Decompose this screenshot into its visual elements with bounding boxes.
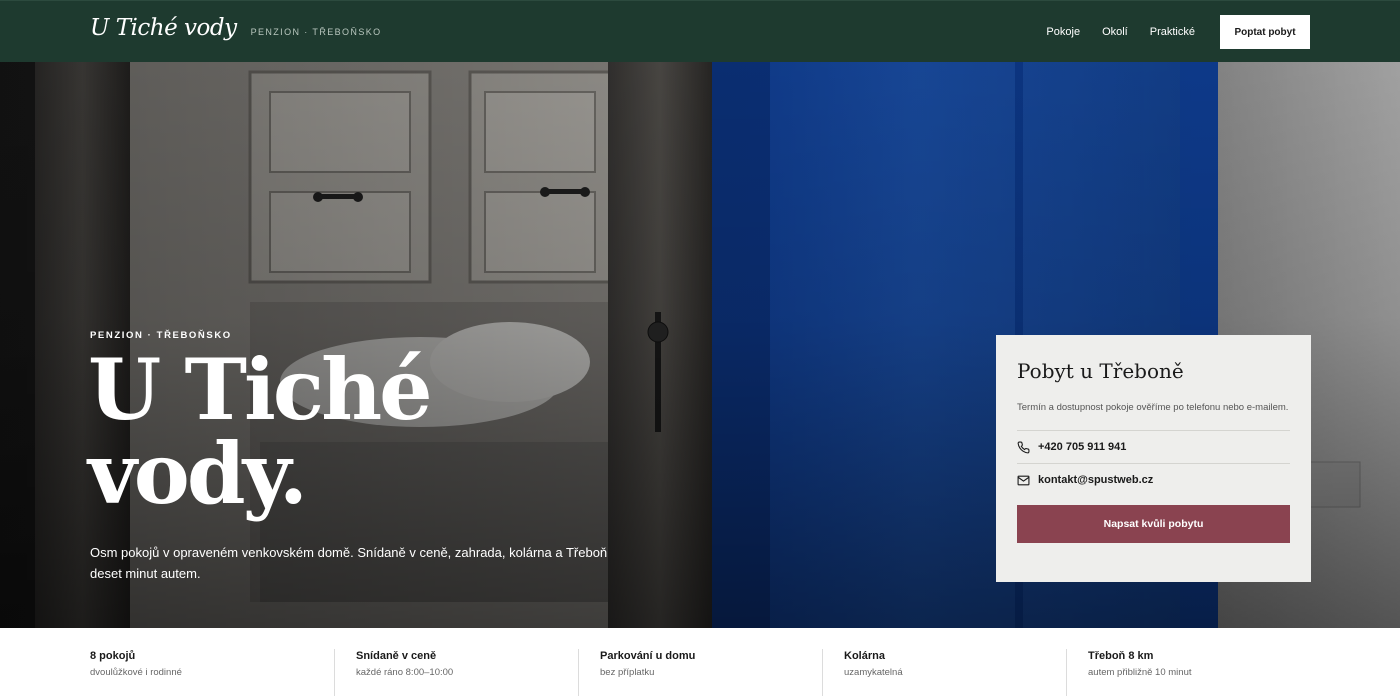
fact-subtitle: bez příplatku <box>600 667 655 678</box>
hero-description: Osm pokojů v opraveném venkovském domě. … <box>90 545 608 581</box>
booking-card: Pobyt u Třeboně Termín a dostupnost poko… <box>996 335 1311 582</box>
brand-name[interactable]: U Tiché vody <box>90 15 237 41</box>
fact-title: Třeboň 8 km <box>1088 650 1154 662</box>
phone-icon <box>1017 441 1030 453</box>
facts-strip: 8 pokojů dvoulůžkové i rodinné Snídaně v… <box>0 628 1400 696</box>
fact-title: 8 pokojů <box>90 650 136 662</box>
fact-parking: Parkování u domu bez příplatku <box>600 650 695 696</box>
fact-distance: Třeboň 8 km autem přibližně 10 minut <box>1088 650 1192 696</box>
phone-row[interactable]: +420 705 911 941 <box>1017 430 1290 463</box>
fact-divider <box>822 649 823 696</box>
nav-link-prakticke[interactable]: Praktické <box>1150 15 1195 49</box>
fact-title: Kolárna <box>844 650 885 662</box>
email-address[interactable]: kontakt@spustweb.cz <box>1038 474 1153 486</box>
fact-subtitle: uzamykatelná <box>844 667 903 678</box>
fact-subtitle: dvoulůžkové i rodinné <box>90 667 182 678</box>
brand-tagline: PENZION · TŘEBOŇSKO <box>250 27 382 37</box>
fact-title: Snídaně v ceně <box>356 650 437 662</box>
hero-title: U Tiché vody. <box>88 348 608 516</box>
main-nav: Pokoje Okolí Praktické Poptat pobyt <box>1046 15 1310 49</box>
phone-number[interactable]: +420 705 911 941 <box>1038 441 1126 453</box>
fact-rooms: 8 pokojů dvoulůžkové i rodinné <box>90 650 182 696</box>
booking-description: Termín a dostupnost pokoje ověříme po te… <box>1017 402 1289 413</box>
fact-breakfast: Snídaně v ceně každé ráno 8:00–10:00 <box>356 650 453 696</box>
fact-title: Parkování u domu <box>600 650 696 662</box>
nav-link-okoli[interactable]: Okolí <box>1102 15 1128 49</box>
fact-subtitle: každé ráno 8:00–10:00 <box>356 667 454 678</box>
fact-subtitle: autem přibližně 10 minut <box>1088 667 1192 678</box>
fact-divider <box>578 649 579 696</box>
fact-divider <box>1066 649 1067 696</box>
email-row[interactable]: kontakt@spustweb.cz <box>1017 463 1290 496</box>
fact-divider <box>334 649 335 696</box>
request-stay-button[interactable]: Poptat pobyt <box>1220 15 1310 49</box>
fact-bike-storage: Kolárna uzamykatelná <box>844 650 903 696</box>
hero-title-line-2: vody. <box>88 424 308 523</box>
write-about-stay-button[interactable]: Napsat kvůli pobytu <box>1017 505 1290 543</box>
nav-link-pokoje[interactable]: Pokoje <box>1046 15 1080 49</box>
mail-icon <box>1017 475 1030 485</box>
site-header: U Tiché vody PENZION · TŘEBOŇSKO Pokoje … <box>0 0 1400 62</box>
brand[interactable]: U Tiché vody PENZION · TŘEBOŇSKO <box>90 15 382 41</box>
booking-title: Pobyt u Třeboně <box>1017 359 1184 383</box>
